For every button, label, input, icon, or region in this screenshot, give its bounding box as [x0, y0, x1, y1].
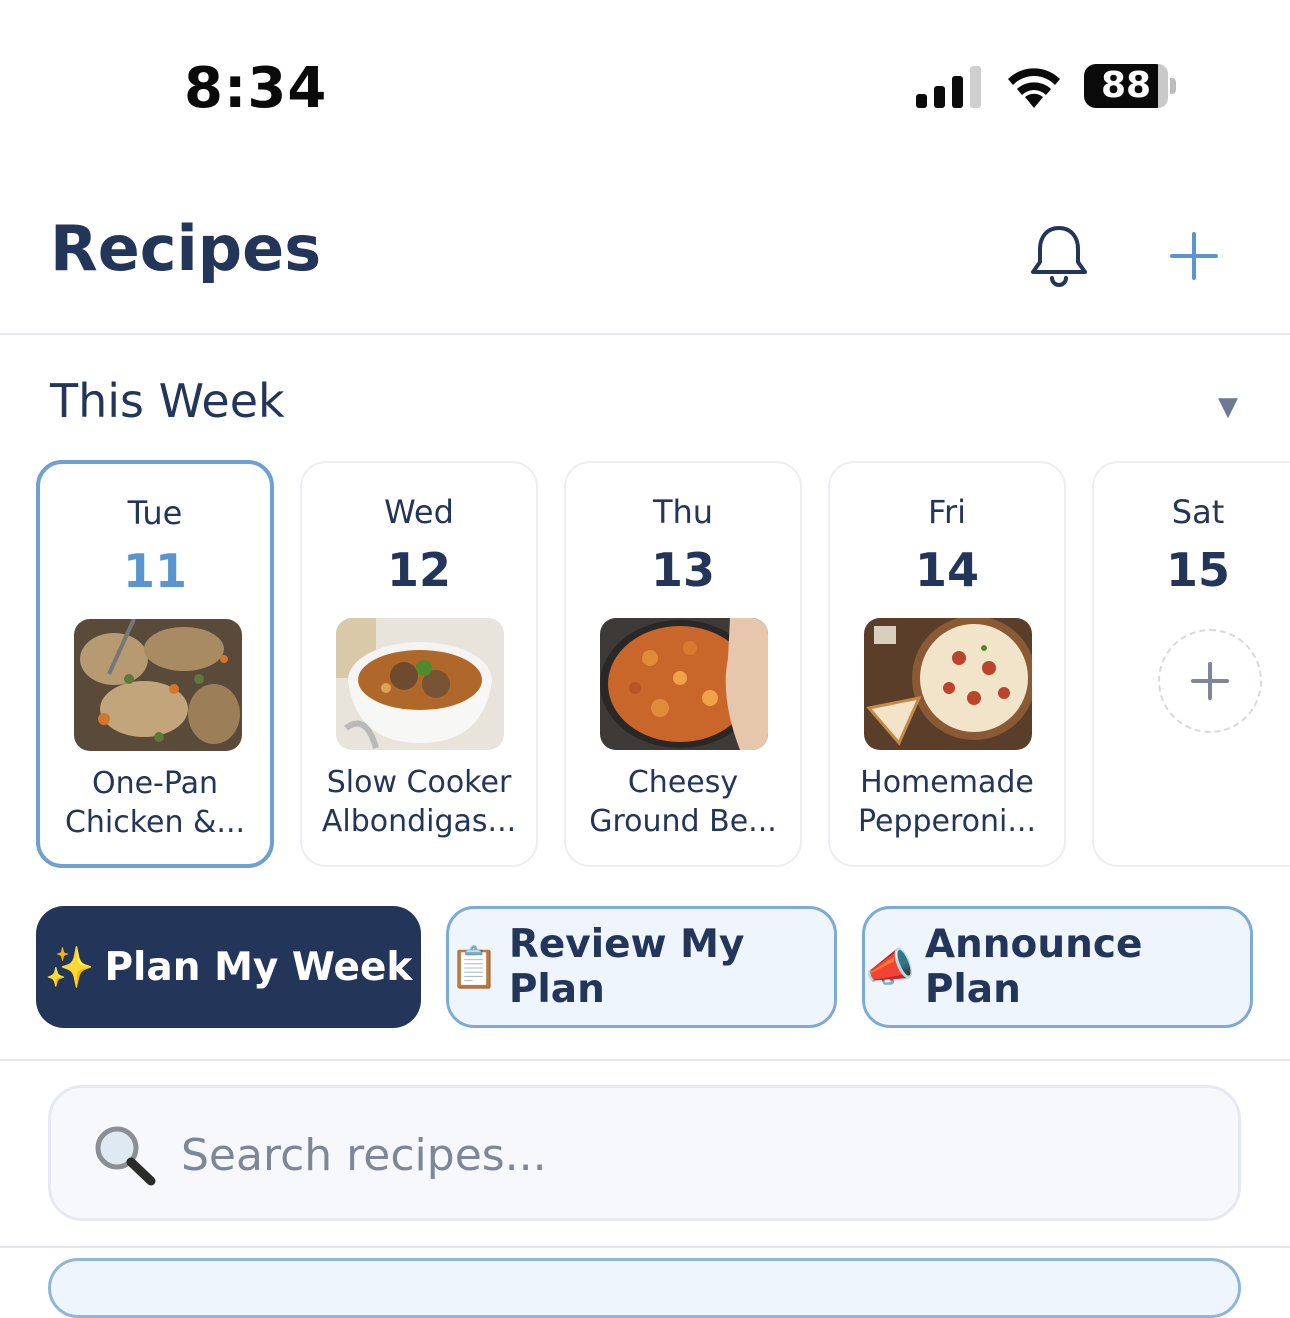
- meal-title: Slow Cooker Albondigas...: [321, 765, 517, 839]
- dropdown-caret-icon[interactable]: ▼: [1218, 392, 1238, 422]
- bell-icon[interactable]: [1028, 222, 1090, 288]
- cellular-signal-icon: [916, 66, 981, 108]
- plan-my-week-label: Plan My Week: [104, 944, 413, 990]
- meal-image-pizza: [864, 618, 1032, 750]
- day-name: Wed: [384, 493, 454, 531]
- battery-level: 88: [1100, 65, 1152, 106]
- day-date: 15: [1165, 543, 1230, 597]
- page-title: Recipes: [50, 212, 322, 285]
- day-date: 13: [650, 543, 715, 597]
- day-name: Tue: [127, 494, 183, 532]
- plus-icon[interactable]: [1164, 226, 1224, 286]
- day-name: Sat: [1171, 493, 1225, 531]
- plus-icon: [1191, 662, 1229, 700]
- meal-title: Cheesy Ground Be...: [589, 765, 777, 839]
- announce-plan-button[interactable]: 📣 Announce Plan: [862, 906, 1253, 1028]
- battery-indicator: 88: [1084, 64, 1168, 108]
- meal-image-pasta: [600, 618, 768, 750]
- search-bar[interactable]: [48, 1085, 1241, 1221]
- day-card-thu[interactable]: Thu 13 Cheesy Ground Be...: [564, 461, 802, 867]
- day-card-sat[interactable]: Sat 15: [1092, 461, 1290, 867]
- sparkles-icon: ✨: [44, 944, 95, 991]
- meal-title: Homemade Pepperoni...: [857, 765, 1036, 839]
- add-meal-button[interactable]: [1158, 629, 1262, 733]
- day-name: Thu: [652, 493, 714, 531]
- plan-my-week-button[interactable]: ✨ Plan My Week: [36, 906, 421, 1028]
- week-selector-label[interactable]: This Week: [50, 374, 285, 428]
- day-date: 11: [122, 544, 187, 598]
- day-card-fri[interactable]: Fri 14 Homemade Pepperoni...: [828, 461, 1066, 867]
- day-name: Fri: [927, 493, 967, 531]
- status-time: 8:34: [184, 56, 328, 121]
- review-my-plan-label: Review My Plan: [508, 922, 745, 1012]
- battery-cap: [1170, 78, 1176, 94]
- review-my-plan-button[interactable]: 📋 Review My Plan: [446, 906, 837, 1028]
- day-date: 12: [386, 543, 451, 597]
- day-card-tue[interactable]: Tue 11 One-Pan Chicken &...: [36, 460, 274, 868]
- megaphone-icon: 📣: [865, 944, 915, 991]
- recipe-card-partial[interactable]: [48, 1258, 1241, 1318]
- clipboard-icon: 📋: [449, 944, 499, 991]
- magnifier-icon: [95, 1126, 156, 1186]
- actions-divider: [0, 1059, 1290, 1061]
- search-divider: [0, 1246, 1290, 1248]
- day-date: 14: [914, 543, 979, 597]
- announce-plan-label: Announce Plan: [924, 922, 1143, 1012]
- header-divider: [0, 333, 1290, 335]
- meal-image-soup: [336, 618, 504, 750]
- battery-empty-portion: [1158, 64, 1168, 108]
- meal-image-chicken: [74, 619, 242, 751]
- day-card-wed[interactable]: Wed 12 Slow Cooker Albondigas...: [300, 461, 538, 867]
- search-input[interactable]: [179, 1114, 1183, 1196]
- meal-title: One-Pan Chicken &...: [64, 766, 246, 840]
- wifi-icon: [1008, 68, 1060, 108]
